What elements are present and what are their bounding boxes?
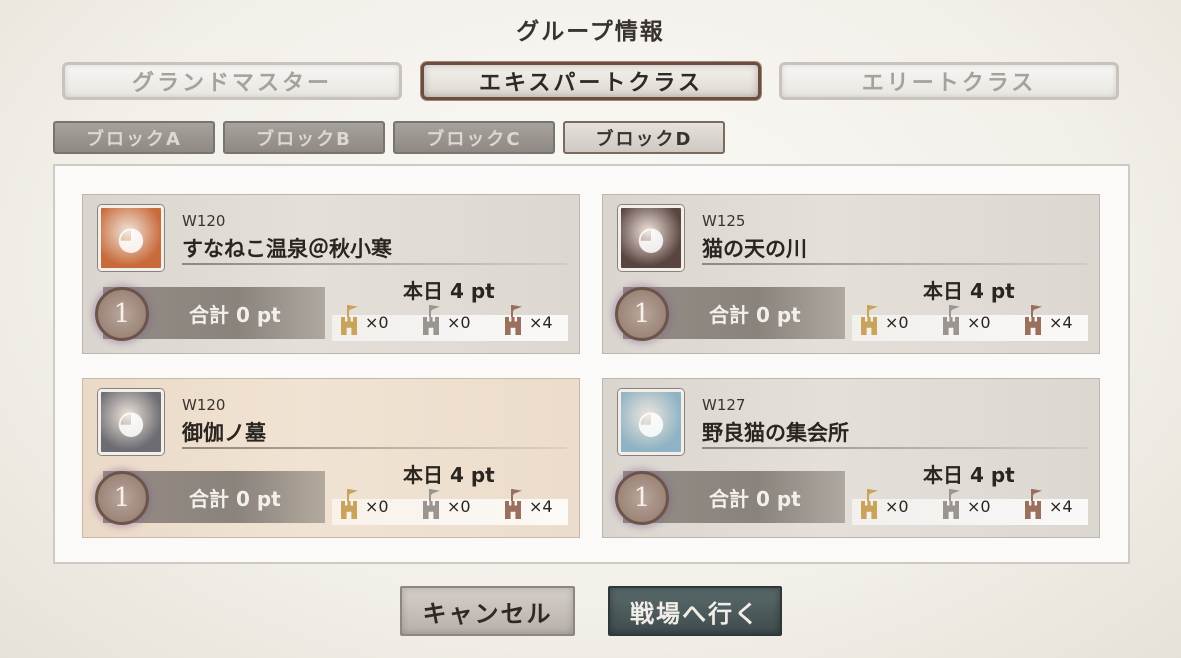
- rank-badge: 1: [615, 287, 669, 341]
- gold-castle-icon: [858, 305, 880, 335]
- tab-block-b[interactable]: ブロックB: [223, 121, 385, 154]
- bronze-castle-count: ×4: [502, 305, 553, 335]
- avatar-icon: ◕: [637, 403, 665, 441]
- rank-badge: 1: [95, 471, 149, 525]
- rank-badge: 1: [95, 287, 149, 341]
- gold-castle-count: ×0: [338, 305, 389, 335]
- server-label: W120: [182, 212, 226, 230]
- gold-castle-count: ×0: [858, 305, 909, 335]
- bronze-castle-icon: [1022, 305, 1044, 335]
- silver-castle-count: ×0: [420, 305, 471, 335]
- guild-name: 御伽ノ墓: [182, 421, 266, 445]
- silver-castle-icon: [420, 489, 442, 519]
- bronze-castle-count: ×4: [1022, 305, 1073, 335]
- go-to-battlefield-button[interactable]: 戦場へ行く: [608, 586, 782, 636]
- castle-counts: ×0 ×0 ×4: [852, 489, 1088, 525]
- tab-expert-class[interactable]: エキスパートクラス: [421, 62, 761, 100]
- avatar-icon: ◕: [117, 403, 145, 441]
- bronze-castle-count: ×4: [1022, 489, 1073, 519]
- bronze-castle-icon: [502, 305, 524, 335]
- guild-name: 猫の天の川: [702, 237, 807, 261]
- gold-castle-icon: [338, 489, 360, 519]
- guild-card[interactable]: ◕ W120 すなねこ温泉＠秋小寒 本日 4 pt 合計 0 pt 1 ×0 ×…: [82, 194, 580, 354]
- silver-castle-icon: [940, 305, 962, 335]
- tab-elite-class[interactable]: エリートクラス: [779, 62, 1119, 100]
- guild-name: 野良猫の集会所: [702, 421, 849, 445]
- silver-castle-icon: [940, 489, 962, 519]
- cancel-button[interactable]: キャンセル: [400, 586, 575, 636]
- name-divider: [702, 447, 1087, 449]
- silver-castle-count: ×0: [940, 305, 991, 335]
- today-points: 本日 4 pt: [403, 279, 495, 303]
- tab-block-c[interactable]: ブロックC: [393, 121, 555, 154]
- avatar: ◕: [618, 205, 684, 271]
- avatar-icon: ◕: [117, 219, 145, 257]
- guild-card[interactable]: ◕ W120 御伽ノ墓 本日 4 pt 合計 0 pt 1 ×0 ×0 ×4: [82, 378, 580, 538]
- gold-castle-count: ×0: [858, 489, 909, 519]
- group-panel: ◕ W120 すなねこ温泉＠秋小寒 本日 4 pt 合計 0 pt 1 ×0 ×…: [53, 164, 1130, 564]
- name-divider: [182, 263, 567, 265]
- avatar: ◕: [98, 389, 164, 455]
- tab-block-a[interactable]: ブロックA: [53, 121, 215, 154]
- bronze-castle-icon: [1022, 489, 1044, 519]
- silver-castle-count: ×0: [420, 489, 471, 519]
- gold-castle-count: ×0: [338, 489, 389, 519]
- guild-card[interactable]: ◕ W127 野良猫の集会所 本日 4 pt 合計 0 pt 1 ×0 ×0 ×…: [602, 378, 1100, 538]
- gold-castle-icon: [338, 305, 360, 335]
- castle-counts: ×0 ×0 ×4: [332, 305, 568, 341]
- guild-name: すなねこ温泉＠秋小寒: [182, 237, 392, 261]
- server-label: W125: [702, 212, 746, 230]
- server-label: W120: [182, 396, 226, 414]
- avatar-icon: ◕: [637, 219, 665, 257]
- tab-block-d[interactable]: ブロックD: [563, 121, 725, 154]
- bronze-castle-icon: [502, 489, 524, 519]
- silver-castle-icon: [420, 305, 442, 335]
- castle-counts: ×0 ×0 ×4: [332, 489, 568, 525]
- gold-castle-icon: [858, 489, 880, 519]
- name-divider: [702, 263, 1087, 265]
- avatar: ◕: [98, 205, 164, 271]
- silver-castle-count: ×0: [940, 489, 991, 519]
- bronze-castle-count: ×4: [502, 489, 553, 519]
- name-divider: [182, 447, 567, 449]
- rank-badge: 1: [615, 471, 669, 525]
- castle-counts: ×0 ×0 ×4: [852, 305, 1088, 341]
- today-points: 本日 4 pt: [403, 463, 495, 487]
- page-title: グループ情報: [516, 18, 665, 45]
- today-points: 本日 4 pt: [923, 463, 1015, 487]
- guild-card[interactable]: ◕ W125 猫の天の川 本日 4 pt 合計 0 pt 1 ×0 ×0 ×4: [602, 194, 1100, 354]
- avatar: ◕: [618, 389, 684, 455]
- today-points: 本日 4 pt: [923, 279, 1015, 303]
- server-label: W127: [702, 396, 746, 414]
- tab-grandmaster[interactable]: グランドマスター: [62, 62, 402, 100]
